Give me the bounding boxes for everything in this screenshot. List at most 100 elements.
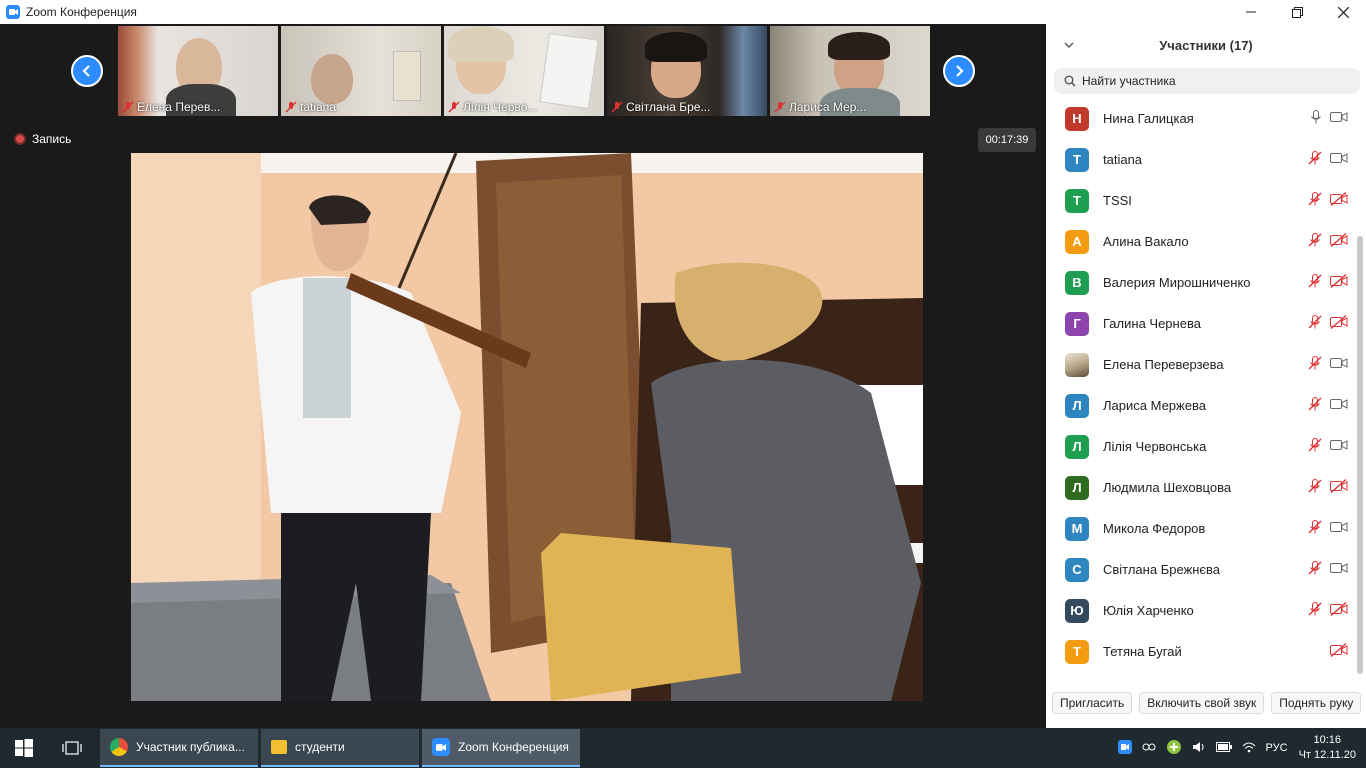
participant-row[interactable]: Г Галина Чернева — [1046, 303, 1366, 344]
participant-name: Микола Федоров — [1103, 521, 1206, 536]
participant-row[interactable]: Т Тетяна Бугай — [1046, 631, 1366, 672]
task-view-button[interactable] — [48, 728, 96, 768]
main-video[interactable] — [131, 153, 923, 701]
avatar: T — [1065, 188, 1089, 213]
raise-hand-button[interactable]: Поднять руку — [1271, 692, 1362, 714]
mic-muted-icon — [1308, 602, 1322, 616]
taskbar-app-chrome[interactable]: Участник публика... — [100, 729, 258, 767]
participant-row[interactable]: Л Людмила Шеховцова — [1046, 467, 1366, 508]
wifi-tray-icon[interactable] — [1242, 741, 1256, 756]
chevron-left-icon — [82, 65, 90, 77]
participant-name: Тетяна Бугай — [1103, 644, 1182, 659]
participant-search[interactable] — [1054, 68, 1360, 94]
participant-row[interactable]: М Микола Федоров — [1046, 508, 1366, 549]
close-button[interactable] — [1320, 0, 1366, 24]
task-view-icon — [62, 741, 82, 755]
gallery-tile[interactable]: Елена Перев... — [118, 26, 278, 116]
camera-off-icon — [1330, 643, 1348, 657]
link-tray-icon[interactable] — [1142, 742, 1156, 755]
gallery-tile[interactable]: tatiana — [281, 26, 441, 116]
participant-row[interactable]: T TSSI — [1046, 180, 1366, 221]
invite-button[interactable]: Пригласить — [1052, 692, 1133, 714]
battery-tray-icon[interactable] — [1215, 741, 1232, 755]
taskbar-app-zoom[interactable]: Zoom Конференция — [422, 729, 580, 767]
mic-muted-icon — [1308, 356, 1322, 370]
mic-muted-icon — [1308, 479, 1322, 493]
maximize-button[interactable] — [1274, 0, 1320, 24]
participant-status — [1308, 479, 1348, 493]
speaker-tray-icon[interactable] — [1192, 741, 1206, 756]
participants-panel: Участники (17) ННина ГалицкаяTtatianaTTS… — [1046, 0, 1366, 728]
collapse-panel-button[interactable] — [1064, 38, 1074, 52]
participant-status — [1308, 192, 1348, 206]
participant-row[interactable]: А Алина Вакало — [1046, 221, 1366, 262]
avatar: С — [1065, 557, 1089, 582]
participant-status — [1308, 438, 1348, 452]
language-indicator[interactable]: РУС — [1266, 742, 1288, 754]
participant-status — [1308, 315, 1348, 329]
participant-row[interactable]: Н Нина Галицкая — [1046, 98, 1366, 139]
unmute-self-button[interactable]: Включить свой звук — [1139, 692, 1265, 714]
camera-off-icon — [1330, 233, 1348, 247]
avatar: Л — [1065, 475, 1089, 500]
record-icon — [14, 133, 26, 145]
update-tray-icon[interactable] — [1166, 739, 1182, 758]
participant-name: Галина Чернева — [1103, 316, 1201, 331]
search-icon — [1064, 75, 1076, 87]
avatar: А — [1065, 229, 1089, 254]
camera-on-icon — [1330, 153, 1348, 163]
mic-muted-icon — [1308, 315, 1322, 329]
gallery-tile-name: Світлана Бре... — [611, 100, 710, 114]
title-bar: Zoom Конференция — [0, 0, 1046, 24]
participant-status — [1308, 151, 1348, 165]
camera-on-icon — [1330, 399, 1348, 409]
mic-on-icon — [1311, 110, 1321, 124]
video-frame — [131, 153, 923, 701]
participant-status — [1308, 356, 1348, 370]
mic-muted-icon — [1308, 561, 1322, 575]
clock-date: Чт 12.11.20 — [1298, 749, 1356, 761]
participant-row[interactable]: Елена Переверзева — [1046, 344, 1366, 385]
mic-muted-icon — [1308, 397, 1322, 411]
avatar: T — [1065, 147, 1089, 172]
gallery-tile[interactable]: Світлана Бре... — [607, 26, 767, 116]
participant-list-scrollbar[interactable] — [1357, 236, 1363, 674]
zoom-logo-icon — [6, 5, 20, 19]
participant-row[interactable]: Ю Юлія Харченко — [1046, 590, 1366, 631]
participant-row[interactable]: Л Лілія Червонська — [1046, 426, 1366, 467]
participant-name: tatiana — [1103, 152, 1143, 167]
taskbar: Участник публика... студенти Zoom Конфер… — [0, 728, 1366, 768]
participant-name: Алина Вакало — [1103, 234, 1189, 249]
start-button[interactable] — [0, 728, 48, 768]
participant-status — [1308, 233, 1348, 247]
avatar: Ю — [1065, 598, 1089, 623]
meeting-timer: 00:17:39 — [978, 128, 1036, 152]
camera-off-icon — [1330, 602, 1348, 616]
avatar: М — [1065, 516, 1089, 541]
gallery-tile[interactable]: Лариса Мер... — [770, 26, 930, 116]
camera-on-icon — [1330, 112, 1348, 122]
participant-name: Лілія Червонська — [1103, 439, 1207, 454]
taskbar-app-explorer[interactable]: студенти — [261, 729, 419, 767]
participant-row[interactable]: В Валерия Мирошниченко — [1046, 262, 1366, 303]
participant-status — [1308, 602, 1348, 616]
camera-on-icon — [1330, 563, 1348, 573]
participant-row[interactable]: Ttatiana — [1046, 139, 1366, 180]
panel-actions: Пригласить Включить свой звук Поднять ру… — [1052, 692, 1362, 714]
participant-row[interactable]: С Світлана Брежнєва — [1046, 549, 1366, 590]
avatar — [1065, 352, 1089, 377]
gallery-prev-button[interactable] — [71, 55, 103, 87]
mic-muted-icon — [1308, 192, 1322, 206]
mic-muted-icon — [1308, 520, 1322, 534]
participant-name: TSSI — [1103, 193, 1132, 208]
recording-indicator[interactable]: Запись — [14, 132, 71, 146]
participant-row[interactable]: Л Лариса Мержева — [1046, 385, 1366, 426]
minimize-button[interactable] — [1228, 0, 1274, 24]
gallery-tile[interactable]: Лілія Червo... — [444, 26, 604, 116]
search-input[interactable] — [1082, 74, 1342, 88]
participant-status — [1308, 274, 1348, 288]
gallery-next-button[interactable] — [943, 55, 975, 87]
clock[interactable]: 10:16 Чт 12.11.20 — [1299, 733, 1356, 763]
zoom-tray-icon[interactable] — [1117, 739, 1132, 757]
participant-name: Лариса Мержева — [1103, 398, 1206, 413]
